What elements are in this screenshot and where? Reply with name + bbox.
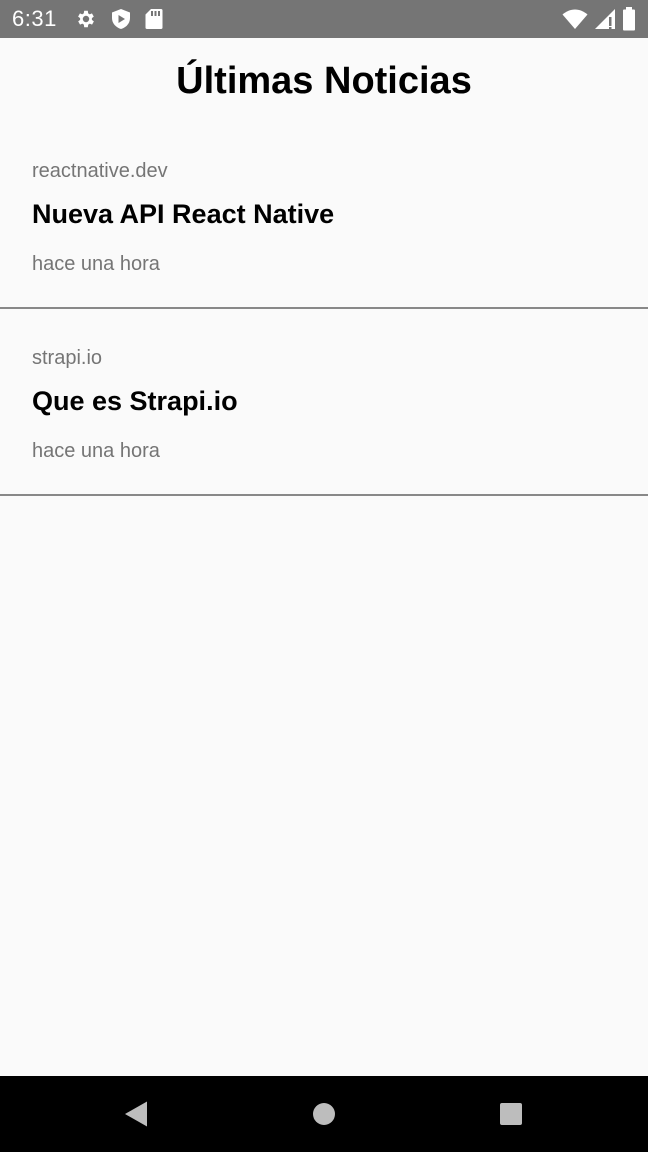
status-right-icons bbox=[562, 7, 636, 31]
news-time: hace una hora bbox=[32, 253, 160, 275]
status-left-icons bbox=[75, 8, 163, 30]
news-title: Que es Strapi.io bbox=[32, 386, 238, 416]
news-time: hace una hora bbox=[32, 440, 160, 462]
news-source: strapi.io bbox=[32, 347, 103, 369]
page-title: Últimas Noticias bbox=[176, 60, 472, 102]
news-item[interactable]: strapi.io Que es Strapi.io hace una hora bbox=[0, 309, 648, 496]
home-icon[interactable] bbox=[304, 1094, 344, 1134]
wifi-icon bbox=[562, 8, 588, 30]
news-item[interactable]: reactnative.dev Nueva API React Native h… bbox=[0, 122, 648, 309]
app-screen: 6:31 Últimas Noticias reactnative.dev Nu… bbox=[0, 0, 648, 1152]
shield-icon bbox=[111, 8, 131, 30]
battery-icon bbox=[622, 7, 636, 31]
news-title: Nueva API React Native bbox=[32, 199, 335, 229]
news-list: reactnative.dev Nueva API React Native h… bbox=[0, 122, 648, 496]
sd-card-icon bbox=[145, 8, 163, 30]
navigation-bar bbox=[0, 1076, 648, 1152]
recents-icon[interactable] bbox=[491, 1094, 531, 1134]
status-time: 6:31 bbox=[12, 6, 57, 31]
cell-signal-icon bbox=[594, 8, 616, 30]
news-source: reactnative.dev bbox=[32, 160, 168, 182]
back-icon[interactable] bbox=[116, 1094, 156, 1134]
gear-icon bbox=[75, 8, 97, 30]
status-bar: 6:31 bbox=[0, 0, 648, 38]
